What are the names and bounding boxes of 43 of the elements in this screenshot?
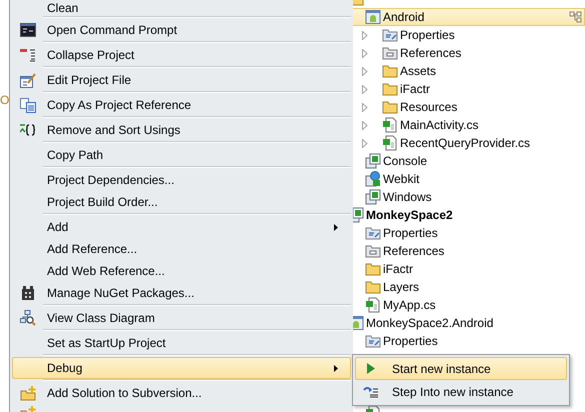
- references-icon: [382, 45, 398, 61]
- expand-arrow-icon[interactable]: [362, 102, 368, 112]
- submenu-arrow-icon: [334, 224, 338, 230]
- step-into-icon: [363, 386, 379, 398]
- folder-icon: [382, 99, 398, 115]
- collapse-icon: [20, 48, 36, 62]
- folder-add-icon: [20, 386, 36, 400]
- code-file-icon: [382, 135, 398, 151]
- android-project-icon: [365, 9, 381, 25]
- folder-icon: [382, 63, 398, 79]
- project-icon: [365, 189, 381, 205]
- menu-item[interactable]: Step Into new instance: [355, 380, 567, 403]
- expand-arrow-icon[interactable]: [362, 84, 368, 94]
- play-icon: [367, 363, 375, 374]
- code-file-icon: [382, 117, 398, 133]
- expand-arrow-icon[interactable]: [362, 120, 368, 130]
- properties-icon: [365, 225, 381, 241]
- properties-icon: [365, 333, 381, 349]
- code-file-icon: [365, 297, 381, 313]
- expand-arrow-icon[interactable]: [362, 138, 368, 148]
- sort-braces-icon: [20, 124, 36, 136]
- folder-icon: [365, 261, 381, 277]
- menu-item[interactable]: Add Solution to Subversion...: [12, 382, 351, 404]
- edit-file-icon: [20, 72, 36, 88]
- web-project-icon: [365, 171, 381, 187]
- references-icon: [365, 243, 381, 259]
- expand-arrow-icon[interactable]: [362, 48, 368, 58]
- folder-add-icon: [20, 406, 36, 412]
- folder-icon: [365, 279, 381, 295]
- menu-item[interactable]: Start new instance: [355, 357, 567, 380]
- edge-text: O: [0, 93, 10, 107]
- folder-icon: [382, 81, 398, 97]
- class-diagram-icon: [20, 310, 36, 326]
- expand-arrow-icon[interactable]: [362, 30, 368, 40]
- copy-icon: [20, 98, 36, 112]
- hierarchy-icon[interactable]: [569, 11, 582, 23]
- expand-arrow-icon[interactable]: [362, 66, 368, 76]
- submenu-arrow-icon: [334, 364, 338, 372]
- menu-item[interactable]: Debug: [12, 357, 351, 379]
- properties-icon: [382, 27, 398, 43]
- console-icon: [20, 23, 36, 37]
- project-icon: [365, 153, 381, 169]
- package-icon: [22, 286, 34, 300]
